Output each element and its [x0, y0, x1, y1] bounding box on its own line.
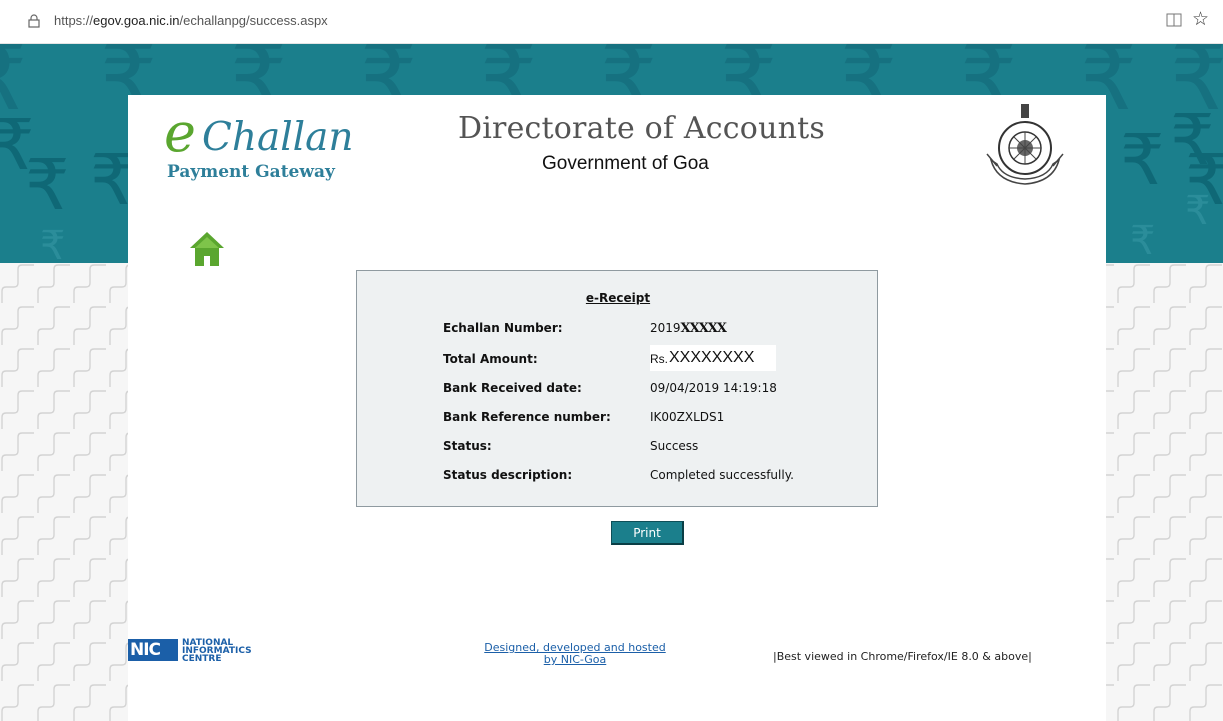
receipt-row-date: Bank Received date: 09/04/2019 14:19:18 [443, 381, 873, 401]
currency-label: Rs. [650, 352, 668, 366]
svg-text:₹: ₹ [0, 104, 35, 186]
credits-link[interactable]: Designed, developed and hosted by NIC-Go… [470, 642, 680, 666]
receipt-row-echallan: Echallan Number: 2019XXXXX [443, 321, 873, 341]
reader-view-icon[interactable] [1166, 13, 1182, 27]
url-path: /echallanpg/success.aspx [179, 13, 328, 28]
nic-abbr: NIC [130, 640, 161, 660]
print-button[interactable]: Print [611, 521, 684, 545]
echallan-prefix: 2019 [650, 321, 681, 335]
receipt-value: Success [650, 439, 699, 453]
receipt-row-status-description: Status description: Completed successful… [443, 468, 873, 488]
receipt-title: e-Receipt [585, 291, 651, 305]
page-subtitle: Government of Goa [542, 153, 709, 174]
svg-text:₹: ₹ [1120, 119, 1165, 201]
receipt-label: Total Amount: [443, 352, 538, 366]
browser-address-bar: https://egov.goa.nic.in/echallanpg/succe… [0, 0, 1223, 44]
svg-text:₹: ₹ [1130, 218, 1155, 263]
receipt-label: Echallan Number: [443, 321, 563, 335]
receipt-label: Bank Reference number: [443, 410, 611, 424]
receipt-row-reference: Bank Reference number: IK00ZXLDS1 [443, 410, 873, 430]
receipt-value: IK00ZXLDS1 [650, 410, 725, 424]
receipt-row-amount: Total Amount: Rs. XXXXXXXX [443, 345, 873, 372]
nic-logo-mark: NIC [128, 639, 178, 661]
logo-subtitle: Payment Gateway [167, 162, 335, 182]
nic-logo: NIC NATIONAL INFORMATICS CENTRE [128, 639, 268, 664]
main-panel: e Challan Payment Gateway Directorate of… [128, 95, 1106, 721]
url-host: egov.goa.nic.in [93, 13, 180, 28]
logo-challan: Challan [202, 115, 354, 160]
echallan-masked: XXXXX [680, 321, 727, 336]
receipt-value: Completed successfully. [650, 468, 794, 482]
nic-line-3: CENTRE [182, 654, 222, 664]
lock-icon [28, 14, 40, 28]
receipt-row-status: Status: Success [443, 439, 873, 459]
url-prefix: https:// [54, 13, 94, 28]
receipt-box: e-Receipt Echallan Number: 2019XXXXX Tot… [356, 270, 878, 507]
nic-logo-text: NATIONAL INFORMATICS CENTRE [182, 639, 252, 664]
receipt-label: Status: [443, 439, 492, 453]
receipt-label: Bank Received date: [443, 381, 582, 395]
svg-text:₹: ₹ [40, 223, 65, 263]
receipt-value: 2019XXXXX [650, 321, 727, 336]
browser-note: |Best viewed in Chrome/Firefox/IE 8.0 & … [773, 650, 1032, 663]
amount-value: XXXXXXXX [669, 349, 755, 366]
svg-text:₹: ₹ [1185, 188, 1210, 234]
receipt-value: 09/04/2019 14:19:18 [650, 381, 777, 395]
receipt-label: Status description: [443, 468, 573, 482]
page-title: Directorate of Accounts [458, 111, 825, 146]
credits-line-2: by NIC-Goa [543, 653, 607, 666]
star-icon[interactable]: ☆ [1192, 9, 1209, 29]
url-field[interactable]: https://egov.goa.nic.in/echallanpg/succe… [54, 13, 328, 28]
goa-emblem-icon [986, 104, 1064, 185]
home-icon[interactable] [188, 230, 226, 268]
amount-box: Rs. XXXXXXXX [650, 345, 776, 371]
logo-e: e [164, 101, 196, 164]
